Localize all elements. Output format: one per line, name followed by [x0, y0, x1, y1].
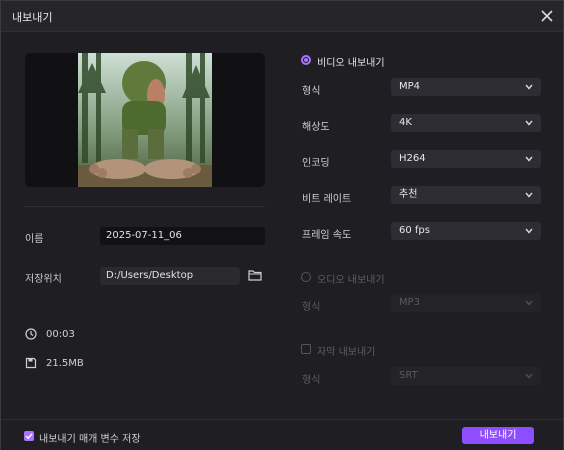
clock-icon: [25, 328, 37, 340]
resolution-label: 해상도: [302, 122, 330, 133]
chevron-down-icon: [525, 300, 533, 306]
audio-format-value: MP3: [399, 297, 421, 308]
resolution-select[interactable]: 4K: [391, 114, 541, 132]
chevron-down-icon: [525, 84, 533, 90]
folder-icon[interactable]: [248, 269, 262, 281]
subtitle-format-label: 형식: [302, 375, 321, 386]
framerate-label: 프레임 속도: [302, 230, 352, 241]
subtitle-format-value: SRT: [399, 370, 418, 381]
format-value: MP4: [399, 81, 421, 92]
check-icon: [25, 433, 33, 440]
subtitle-export-label: 자막 내보내기: [317, 347, 376, 358]
encoding-label: 인코딩: [302, 158, 330, 169]
format-select[interactable]: MP4: [391, 78, 541, 96]
export-dialog: 내보내기 이름 2025-07-11_06 저장위치 D:/Users/Desk…: [0, 0, 564, 450]
left-divider: [25, 206, 265, 207]
encoding-select[interactable]: H264: [391, 150, 541, 168]
encoding-value: H264: [399, 153, 426, 164]
bitrate-value: 추천: [399, 189, 418, 200]
duration-text: 00:03: [46, 329, 75, 340]
dialog-title: 내보내기: [12, 11, 53, 24]
format-label: 형식: [302, 86, 321, 97]
close-icon[interactable]: [537, 6, 557, 26]
save-icon: [25, 357, 37, 369]
bitrate-label: 비트 레이트: [302, 194, 352, 205]
chevron-down-icon: [525, 192, 533, 198]
audio-export-label: 오디오 내보내기: [317, 275, 385, 286]
chevron-down-icon: [525, 156, 533, 162]
export-button[interactable]: 내보내기: [462, 427, 534, 444]
audio-format-select[interactable]: MP3: [391, 294, 541, 312]
audio-format-label: 형식: [302, 302, 321, 313]
video-export-radio[interactable]: [301, 55, 311, 65]
title-bar: 내보내기: [1, 1, 563, 32]
audio-export-radio[interactable]: [301, 272, 311, 282]
file-size-text: 21.5MB: [46, 358, 84, 369]
save-location-input[interactable]: D:/Users/Desktop: [100, 267, 240, 285]
subtitle-export-checkbox[interactable]: [301, 344, 311, 354]
remember-settings-checkbox[interactable]: [24, 431, 34, 441]
save-location-label: 저장위치: [25, 274, 62, 285]
resolution-value: 4K: [399, 117, 412, 128]
subtitle-format-select[interactable]: SRT: [391, 367, 541, 385]
name-label: 이름: [25, 234, 44, 245]
video-preview: [25, 53, 265, 187]
preview-thumbnail: [78, 53, 212, 187]
framerate-select[interactable]: 60 fps: [391, 222, 541, 240]
bitrate-select[interactable]: 추천: [391, 186, 541, 204]
name-input[interactable]: 2025-07-11_06: [100, 227, 265, 245]
video-export-label: 비디오 내보내기: [317, 58, 385, 69]
chevron-down-icon: [525, 228, 533, 234]
chevron-down-icon: [525, 373, 533, 379]
framerate-value: 60 fps: [399, 225, 430, 236]
chevron-down-icon: [525, 120, 533, 126]
remember-settings-label: 내보내기 매개 변수 저장: [39, 434, 141, 445]
